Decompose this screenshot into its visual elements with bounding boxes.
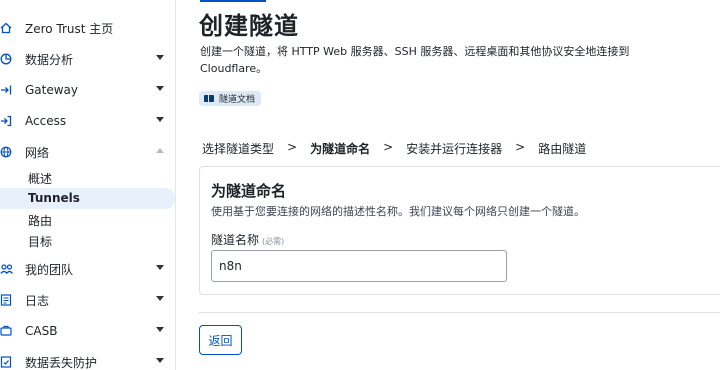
book-icon xyxy=(204,95,214,102)
sidebar-subitem-label: 路由 xyxy=(28,214,53,228)
sidebar-subitem-label: 概述 xyxy=(28,172,53,186)
step-separator: > xyxy=(287,140,298,154)
home-icon xyxy=(0,20,14,36)
sidebar-item-team[interactable]: 我的团队 xyxy=(0,255,175,283)
sidebar-item-logs[interactable]: 日志 xyxy=(0,286,175,314)
card-title: 为隧道命名 xyxy=(211,182,287,200)
analytics-icon xyxy=(0,51,14,67)
chevron-down-icon[interactable] xyxy=(156,327,164,332)
tunnel-docs-label: 隧道文档 xyxy=(219,95,256,105)
tunnel-name-label: 隧道名称 (必需) xyxy=(211,231,284,248)
chevron-down-icon[interactable] xyxy=(156,117,164,122)
name-tunnel-card: 为隧道命名 使用基于您要连接的网络的描述性名称。我们建议每个网络只创建一个隧道。… xyxy=(199,166,720,295)
wizard-steps: 选择隧道类型 > 为隧道命名 > 安装并运行连接器 > 路由隧道 xyxy=(202,140,586,157)
casb-icon xyxy=(0,323,14,339)
step-select-type: 选择隧道类型 xyxy=(202,142,275,156)
sidebar-subitem-label: 目标 xyxy=(28,235,53,249)
sidebar-item-access[interactable]: Access xyxy=(0,107,175,135)
sidebar-subitem-label: Tunnels xyxy=(28,191,80,205)
sidebar-item-casb[interactable]: CASB xyxy=(0,317,175,345)
step-install-connector: 安装并运行连接器 xyxy=(406,142,503,156)
field-label-text: 隧道名称 xyxy=(211,233,260,247)
sidebar-subitem-tunnels[interactable]: Tunnels xyxy=(0,188,175,209)
team-icon xyxy=(0,261,14,277)
chevron-down-icon[interactable] xyxy=(156,296,164,301)
sidebar-item-label: 数据分析 xyxy=(25,52,74,67)
sidebar-item-label: 我的团队 xyxy=(25,262,74,277)
sidebar-item-home[interactable]: Zero Trust 主页 xyxy=(0,14,175,42)
dlp-icon xyxy=(0,354,14,370)
tunnel-docs-link[interactable]: 隧道文档 xyxy=(199,91,262,106)
sidebar-item-label: 日志 xyxy=(25,293,50,308)
sidebar-subitem-targets[interactable]: 目标 xyxy=(0,230,175,251)
step-separator: > xyxy=(383,140,394,154)
sidebar-item-label: Zero Trust 主页 xyxy=(25,21,114,36)
tunnel-name-input[interactable] xyxy=(211,250,507,282)
gateway-icon xyxy=(0,82,14,98)
sidebar-item-label: Access xyxy=(25,114,67,128)
step-route-tunnel: 路由隧道 xyxy=(538,142,587,156)
sidebar-item-dlp[interactable]: 数据丢失防护 xyxy=(0,348,175,370)
sidebar-item-gateway[interactable]: Gateway xyxy=(0,76,175,104)
page-title: 创建隧道 xyxy=(199,12,299,40)
sidebar-item-network[interactable]: 网络 xyxy=(0,138,175,166)
network-icon xyxy=(0,144,14,160)
sidebar-item-label: 网络 xyxy=(25,145,50,160)
logs-icon xyxy=(0,292,14,308)
chevron-down-icon[interactable] xyxy=(156,55,164,60)
chevron-down-icon[interactable] xyxy=(156,358,164,363)
sidebar: Zero Trust 主页 数据分析 Gateway Access 网络 概述 … xyxy=(0,0,176,370)
breadcrumb-underline xyxy=(200,0,266,2)
chevron-down-icon[interactable] xyxy=(156,265,164,270)
divider xyxy=(199,312,720,313)
page-description: 创建一个隧道，将 HTTP Web 服务器、SSH 服务器、远程桌面和其他协议安… xyxy=(200,45,630,75)
sidebar-item-label: 数据丢失防护 xyxy=(25,355,98,370)
step-separator: > xyxy=(515,140,526,154)
sidebar-item-analytics[interactable]: 数据分析 xyxy=(0,45,175,73)
step-name-tunnel: 为隧道命名 xyxy=(310,142,371,156)
access-icon xyxy=(0,113,14,129)
sidebar-item-label: CASB xyxy=(25,324,58,338)
chevron-down-icon[interactable] xyxy=(156,86,164,91)
sidebar-subitem-routes[interactable]: 路由 xyxy=(0,209,175,230)
required-hint: (必需) xyxy=(262,237,285,246)
sidebar-item-label: Gateway xyxy=(25,83,79,97)
card-description: 使用基于您要连接的网络的描述性名称。我们建议每个网络只创建一个隧道。 xyxy=(211,205,585,218)
sidebar-subitem-overview[interactable]: 概述 xyxy=(0,167,175,188)
chevron-up-icon[interactable] xyxy=(156,148,164,153)
back-button[interactable]: 返回 xyxy=(199,325,242,355)
